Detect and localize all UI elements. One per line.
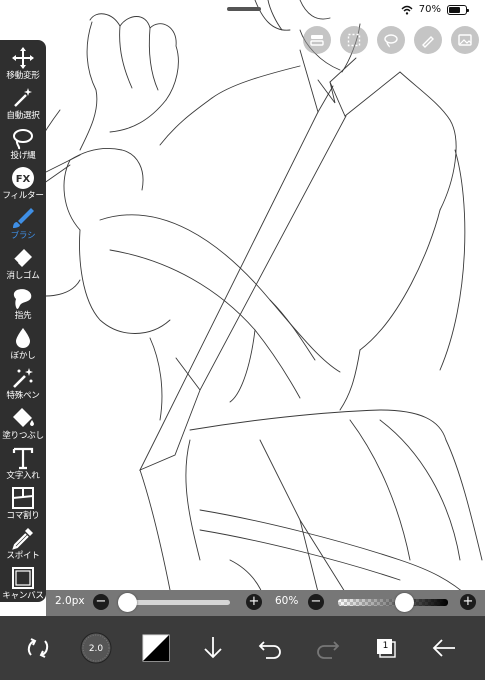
brush-size-button[interactable]: 2.0 bbox=[80, 632, 112, 664]
drop-icon bbox=[16, 328, 30, 348]
tool-label: 消しゴム bbox=[6, 271, 40, 281]
frame-divider-icon bbox=[12, 487, 34, 509]
brush-size-label: 2.0px bbox=[55, 595, 85, 607]
size-minus-button[interactable]: − bbox=[93, 594, 109, 610]
canvas-icon bbox=[12, 567, 34, 589]
tool-frame[interactable]: コマ割り bbox=[0, 486, 46, 521]
tool-canvas[interactable]: キャンバス bbox=[0, 566, 46, 601]
redo-icon bbox=[317, 641, 340, 659]
battery-icon bbox=[447, 4, 469, 15]
opacity-label: 60% bbox=[275, 595, 299, 607]
tool-text[interactable]: 文字入れ bbox=[0, 446, 46, 481]
size-plus-button[interactable]: + bbox=[246, 594, 262, 610]
pen-icon[interactable] bbox=[414, 26, 442, 54]
tool-filter[interactable]: FX フィルター bbox=[0, 166, 46, 201]
tool-eraser[interactable]: 消しゴム bbox=[0, 246, 46, 281]
bottom-toolbar: 2.0 1 bbox=[0, 616, 485, 680]
tool-label: ブラシ bbox=[10, 231, 36, 241]
color-button[interactable] bbox=[140, 632, 172, 664]
sketch-drawing bbox=[2, 0, 483, 601]
back-button[interactable] bbox=[428, 632, 460, 664]
opacity-minus-button[interactable]: − bbox=[308, 594, 324, 610]
eyedropper-icon bbox=[12, 528, 33, 550]
battery-fill bbox=[449, 6, 460, 13]
tool-brush[interactable]: ブラシ bbox=[0, 206, 46, 241]
brush-icon bbox=[13, 208, 34, 228]
tool-label: 塗りつぶし bbox=[2, 431, 44, 441]
home-indicator bbox=[227, 7, 261, 11]
tool-blur[interactable]: ぼかし bbox=[0, 326, 46, 361]
battery-percent: 70% bbox=[418, 4, 441, 15]
tool-smudge[interactable]: 指先 bbox=[0, 286, 46, 321]
top-tool-group bbox=[303, 26, 479, 54]
tool-magic-wand[interactable]: 自動選択 bbox=[0, 86, 46, 121]
tool-label: 投げ縄 bbox=[10, 151, 36, 161]
lasso-icon[interactable] bbox=[377, 26, 405, 54]
tool-lasso[interactable]: 投げ縄 bbox=[0, 126, 46, 161]
move-arrows-icon bbox=[12, 47, 34, 69]
sparkle-pen-icon bbox=[13, 368, 33, 388]
tool-special-pen[interactable]: 特殊ペン bbox=[0, 366, 46, 401]
tool-label: スポイト bbox=[6, 551, 40, 561]
tool-transform[interactable]: 移動変形 bbox=[0, 46, 46, 81]
tool-eyedropper[interactable]: スポイト bbox=[0, 526, 46, 561]
layer-visibility-icon[interactable] bbox=[303, 26, 331, 54]
fx-icon: FX bbox=[12, 167, 34, 189]
svg-text:FX: FX bbox=[16, 174, 31, 185]
size-slider-knob[interactable] bbox=[118, 593, 137, 612]
down-arrow-icon bbox=[204, 637, 222, 659]
magic-wand-icon bbox=[14, 88, 32, 107]
redo-button[interactable] bbox=[312, 632, 344, 664]
text-icon bbox=[12, 447, 34, 470]
tool-label: キャンバス bbox=[2, 591, 44, 601]
opacity-slider-track[interactable] bbox=[338, 599, 448, 606]
left-toolbar: 移動変形 自動選択 投げ縄 FX フィルター ブラシ 消しゴム 指先 ぼかし 特… bbox=[0, 40, 46, 602]
undo-button[interactable] bbox=[254, 632, 286, 664]
layer-count: 1 bbox=[382, 641, 389, 651]
finger-icon bbox=[13, 289, 32, 309]
tool-label: 自動選択 bbox=[6, 111, 40, 121]
rotate-canvas-button[interactable] bbox=[22, 632, 54, 664]
color-swatch-icon bbox=[142, 634, 170, 662]
undo-icon bbox=[258, 641, 281, 659]
image-icon[interactable] bbox=[451, 26, 479, 54]
tool-label: 特殊ペン bbox=[6, 391, 40, 401]
tool-label: ぼかし bbox=[10, 351, 36, 361]
download-button[interactable] bbox=[197, 632, 229, 664]
layers-button[interactable]: 1 bbox=[370, 632, 402, 664]
tool-label: 指先 bbox=[14, 311, 32, 321]
lasso-icon bbox=[13, 129, 33, 150]
back-arrow-icon bbox=[432, 639, 455, 657]
brush-size-badge: 2.0 bbox=[88, 644, 104, 654]
eraser-icon bbox=[13, 249, 32, 267]
status-bar: 70% bbox=[401, 4, 469, 15]
opacity-slider-knob[interactable] bbox=[395, 593, 414, 612]
tool-label: 移動変形 bbox=[6, 71, 40, 81]
selection-icon[interactable] bbox=[340, 26, 368, 54]
rotate-arrows-icon bbox=[27, 638, 49, 658]
tool-label: フィルター bbox=[2, 191, 44, 201]
wifi-icon bbox=[401, 5, 413, 15]
opacity-plus-button[interactable]: + bbox=[460, 594, 476, 610]
bucket-icon bbox=[13, 408, 34, 427]
tool-fill[interactable]: 塗りつぶし bbox=[0, 406, 46, 441]
tool-label: コマ割り bbox=[6, 511, 40, 521]
tool-label: 文字入れ bbox=[6, 471, 40, 481]
drawing-canvas[interactable] bbox=[0, 0, 485, 680]
brush-slider-bar: 2.0px − + 60% − + bbox=[46, 590, 485, 616]
